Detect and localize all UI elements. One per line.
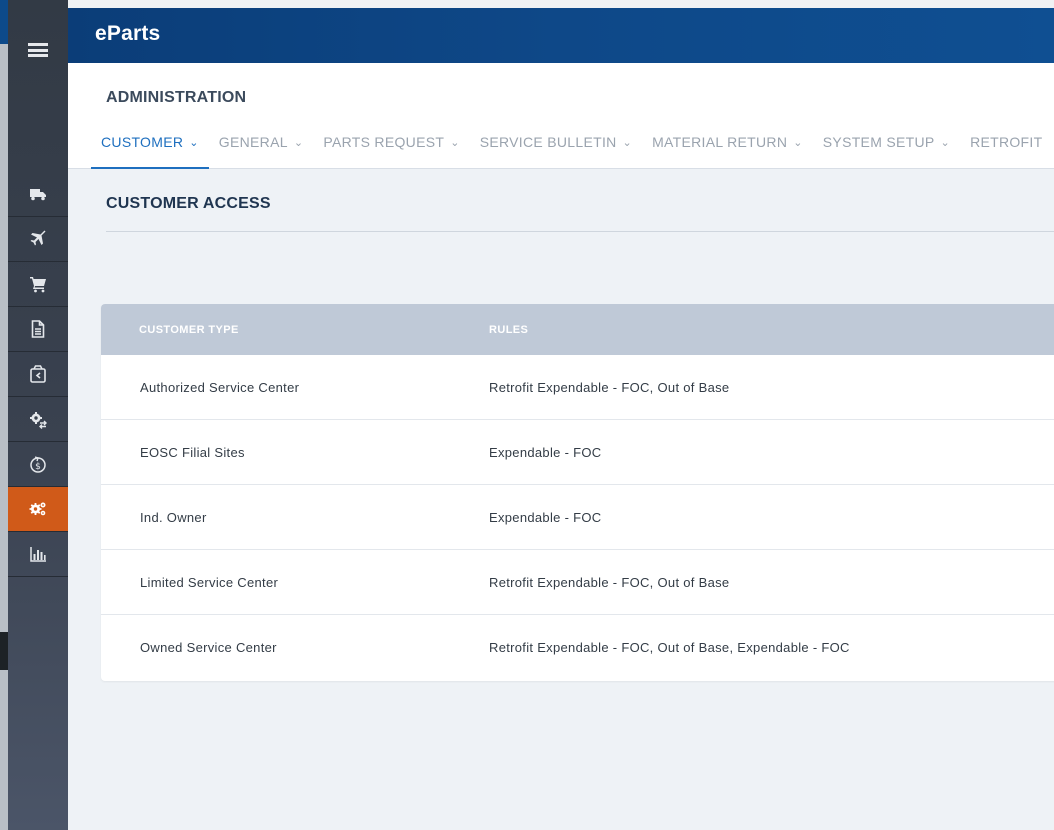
hamburger-icon — [28, 43, 48, 57]
cart-icon — [30, 277, 46, 293]
sidebar-item-reports[interactable] — [8, 532, 68, 577]
table-row[interactable]: Authorized Service Center Retrofit Expen… — [101, 355, 1054, 420]
sidebar-nav: $ — [8, 172, 68, 577]
table-row[interactable]: Ind. Owner Expendable - FOC — [101, 485, 1054, 550]
cell-customer-type: Owned Service Center — [140, 640, 277, 655]
truck-icon — [30, 189, 46, 201]
tab-label: SERVICE BULLETIN — [479, 134, 617, 150]
sidebar-item-exchange[interactable] — [8, 397, 68, 442]
cell-rules: Retrofit Expendable - FOC, Out of Base — [489, 574, 730, 590]
chevron-down-icon: ⌄ — [293, 137, 304, 149]
page-title: ADMINISTRATION — [106, 89, 247, 106]
tab-system-setup[interactable]: SYSTEM SETUP ⌄ — [813, 125, 960, 169]
column-header-rules[interactable]: RULES — [489, 324, 528, 336]
customer-access-table: CUSTOMER TYPE RULES Authorized Service C… — [101, 304, 1054, 681]
sidebar-item-return[interactable] — [8, 352, 68, 397]
cell-customer-type: Limited Service Center — [140, 574, 279, 590]
document-icon — [31, 320, 45, 338]
section-divider — [106, 231, 1054, 232]
bar-chart-icon — [30, 547, 46, 562]
sidebar-item-document[interactable] — [8, 307, 68, 352]
airplane-icon — [30, 230, 46, 246]
hamburger-menu-button[interactable] — [8, 28, 68, 72]
chevron-down-icon: ⌄ — [450, 137, 460, 149]
tab-customer[interactable]: CUSTOMER ⌄ — [91, 125, 209, 169]
tab-general[interactable]: GENERAL ⌄ — [209, 125, 314, 169]
table-row[interactable]: Limited Service Center Retrofit Expendab… — [101, 550, 1054, 615]
sidebar: $ — [8, 0, 68, 830]
cell-customer-type: EOSC Filial Sites — [140, 444, 245, 460]
svg-text:$: $ — [35, 462, 41, 472]
tab-label: PARTS REQUEST — [323, 134, 445, 150]
desktop-edge — [0, 0, 8, 830]
sidebar-item-settings[interactable] — [8, 487, 68, 532]
table-row[interactable]: EOSC Filial Sites Expendable - FOC — [101, 420, 1054, 485]
top-header: eParts — [68, 8, 1054, 63]
window-top-edge — [68, 0, 1054, 8]
cell-customer-type: Ind. Owner — [140, 509, 207, 525]
chevron-down-icon: ⌄ — [622, 137, 633, 149]
tab-label: GENERAL — [218, 134, 288, 150]
cell-customer-type: Authorized Service Center — [140, 379, 300, 395]
cell-rules: Expendable - FOC — [489, 509, 602, 525]
cell-rules: Expendable - FOC — [489, 444, 602, 460]
tab-material-return[interactable]: MATERIAL RETURN ⌄ — [642, 125, 813, 169]
admin-header: ADMINISTRATION CUSTOMER ⌄ GENERAL ⌄ PARTS … — [68, 63, 1054, 169]
sidebar-item-cart[interactable] — [8, 262, 68, 307]
cell-rules: Retrofit Expendable - FOC, Out of Base, … — [489, 640, 850, 655]
app-brand[interactable]: eParts — [95, 22, 160, 46]
chevron-down-icon: ⌄ — [189, 137, 199, 149]
table-row[interactable]: Owned Service Center Retrofit Expendable… — [101, 615, 1054, 680]
table-header: CUSTOMER TYPE RULES — [101, 304, 1054, 355]
desktop-edge-taskbar — [0, 632, 8, 670]
chevron-down-icon: ⌄ — [793, 137, 803, 149]
tab-label: MATERIAL RETURN — [652, 134, 788, 150]
box-return-icon — [30, 365, 46, 383]
admin-tabs: CUSTOMER ⌄ GENERAL ⌄ PARTS REQUEST ⌄ SERVIC… — [91, 125, 1052, 169]
tab-parts-request[interactable]: PARTS REQUEST ⌄ — [313, 125, 469, 169]
gear-exchange-icon — [30, 412, 47, 429]
sidebar-item-truck[interactable] — [8, 172, 68, 217]
sidebar-item-airplane[interactable] — [8, 217, 68, 262]
column-header-customer-type[interactable]: CUSTOMER TYPE — [101, 324, 489, 336]
tab-label: SYSTEM SETUP — [822, 134, 935, 150]
sidebar-item-dollar[interactable]: $ — [8, 442, 68, 487]
desktop-edge-top — [0, 0, 8, 44]
gears-icon — [29, 502, 46, 516]
section-title: CUSTOMER ACCESS — [106, 195, 271, 212]
cell-rules: Retrofit Expendable - FOC, Out of Base — [489, 379, 730, 395]
tab-label: RETROFIT — [970, 134, 1043, 150]
dollar-cycle-icon: $ — [30, 456, 46, 473]
tab-label: CUSTOMER — [101, 134, 184, 150]
tab-service-bulletin[interactable]: SERVICE BULLETIN ⌄ — [470, 125, 642, 169]
chevron-down-icon: ⌄ — [940, 137, 951, 149]
tab-retrofit[interactable]: RETROFIT — [960, 125, 1052, 169]
